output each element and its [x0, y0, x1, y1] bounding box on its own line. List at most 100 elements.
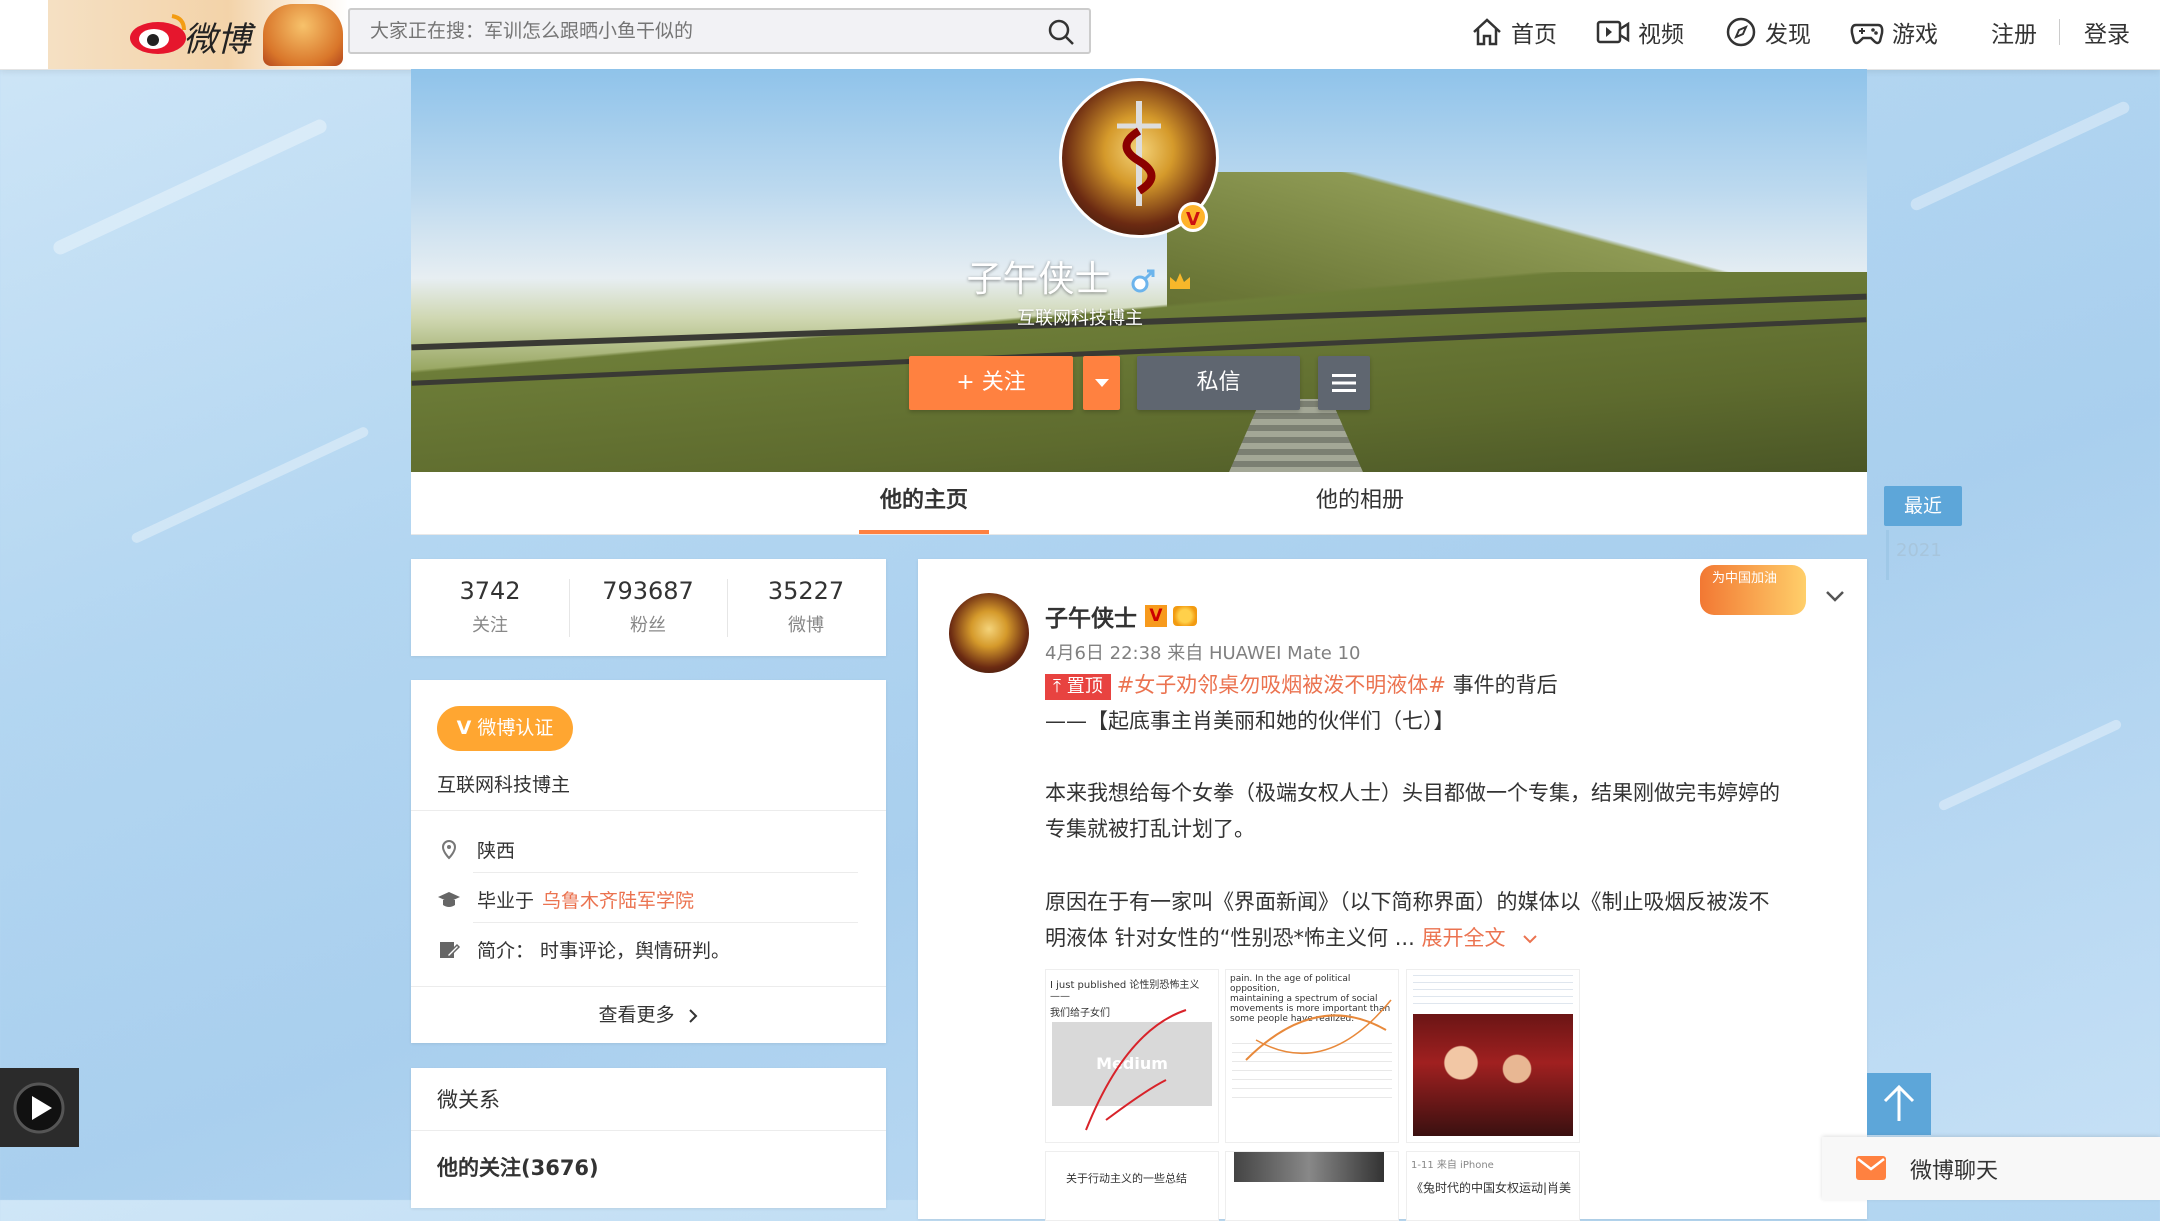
login-link[interactable]: 登录	[2084, 12, 2130, 52]
caret-down-icon	[1094, 379, 1109, 387]
nav-video[interactable]: 视频	[1596, 12, 1684, 52]
bio-text: 简介： 时事评论，舆情研判。	[477, 940, 731, 962]
logo-text: 微博	[183, 20, 251, 60]
education-school-link[interactable]: 乌鲁木齐陆军学院	[542, 886, 694, 913]
post-paragraph-text: 明液体 针对女性的“性别恐*怖主义何 ...	[1045, 926, 1415, 950]
post-title-rest: 事件的背后	[1452, 673, 1558, 697]
weibo-chat-launcher[interactable]: 微博聊天	[1822, 1137, 2160, 1200]
profile-name-row: 子午侠士	[0, 250, 2160, 302]
arrow-up-icon	[1883, 1084, 1915, 1121]
hamburger-menu-icon	[1332, 374, 1356, 392]
nav-home[interactable]: 首页	[1471, 12, 1557, 52]
nav-video-label: 视频	[1638, 22, 1684, 48]
chevron-down-icon[interactable]	[1824, 585, 1846, 607]
verified-badge-icon: V	[1178, 202, 1208, 232]
weibo-certification-badge[interactable]: V 微博认证	[437, 706, 573, 751]
education-prefix: 毕业于	[477, 890, 535, 912]
profile-tabs: 他的主页 他的相册	[411, 472, 1867, 535]
nav-games[interactable]: 游戏	[1850, 12, 1938, 52]
search-input[interactable]	[368, 10, 1022, 54]
profile-name: 子午侠士	[966, 259, 1111, 300]
background-streak	[1937, 718, 2123, 812]
stat-posts-value: 35227	[767, 577, 845, 605]
stat-posts[interactable]: 35227 微博	[727, 577, 885, 637]
post-paragraph-line: 明液体 针对女性的“性别恐*怖主义何 ... 展开全文	[1045, 920, 1538, 956]
private-message-button[interactable]: 私信	[1137, 356, 1300, 410]
cheer-china-badge: 为中国加油	[1700, 565, 1806, 615]
verified-v-icon: V	[1145, 605, 1167, 627]
pinned-label: 置顶	[1066, 676, 1103, 697]
register-link[interactable]: 注册	[1991, 12, 2037, 52]
location-row: 陕西	[437, 836, 515, 863]
pinned-post-card: 子午侠士 V 4月6日 22:38 来自 HUAWEI Mate 10 为中国加…	[918, 559, 1867, 1221]
location-text: 陕西	[477, 840, 516, 862]
see-more-label: 查看更多	[598, 1004, 675, 1026]
red-scribble	[1085, 1009, 1187, 1131]
thumb-photo	[1413, 1014, 1573, 1136]
cert-description: 互联网科技博主	[437, 774, 571, 796]
post-meta: 4月6日 22:38 来自 HUAWEI Mate 10	[1045, 643, 1361, 664]
post-paragraph-line: 专集就被打乱计划了。	[1045, 817, 1255, 841]
home-icon	[1473, 18, 1501, 46]
vip-crown-icon	[1173, 606, 1197, 626]
timeline-year-2021[interactable]: 2021	[1896, 540, 1942, 561]
stat-following-label: 关注	[472, 615, 508, 636]
post-image-thumbnail[interactable]: 关于行动主义的一些总结	[1045, 1151, 1219, 1221]
follow-button[interactable]: + 关注	[909, 356, 1073, 410]
post-image-thumbnail[interactable]	[1225, 1151, 1399, 1221]
play-icon	[13, 1082, 65, 1134]
cert-label: 微博认证	[477, 717, 554, 739]
post-author-avatar[interactable]	[949, 593, 1029, 673]
thumb-header-block	[1413, 974, 1573, 1010]
education-row: 毕业于 乌鲁木齐陆军学院	[437, 886, 694, 913]
post-author-name[interactable]: 子午侠士	[1045, 599, 1137, 633]
chevron-right-icon	[688, 1008, 697, 1023]
post-image-thumbnail[interactable]: pain. In the age of political opposition…	[1225, 969, 1399, 1143]
tab-home[interactable]: 他的主页	[859, 472, 989, 534]
chevron-down-icon	[1523, 935, 1537, 944]
weibo-eye-icon	[130, 14, 186, 54]
expand-full-text-link[interactable]: 展开全文	[1421, 926, 1505, 950]
post-subtitle: ——【起底事主肖美丽和她的伙伴们（七）】	[1045, 709, 1455, 733]
search-icon[interactable]	[1047, 18, 1075, 46]
post-author-row: 子午侠士 V	[1045, 599, 1197, 633]
background-streak	[51, 117, 329, 257]
compass-icon	[1726, 17, 1756, 47]
thumb-photo	[1234, 1152, 1384, 1182]
follow-dropdown-button[interactable]	[1083, 356, 1120, 410]
post-topic-link[interactable]: #女子劝邻桌勿吸烟被泼不明液体#	[1117, 673, 1446, 697]
back-to-top-button[interactable]	[1867, 1073, 1931, 1135]
search-box[interactable]	[348, 8, 1091, 54]
video-player-mini[interactable]	[0, 1068, 79, 1147]
post-image-thumbnail[interactable]: 1-11 来自 iPhone 《兔时代的中国女权运动|肖美	[1406, 1151, 1580, 1221]
v-mark-icon: V	[456, 717, 472, 739]
chat-label: 微博聊天	[1910, 1159, 1999, 1184]
stat-followers[interactable]: 793687 粉丝	[569, 577, 727, 637]
post-paragraph-line: 原因在于有一家叫《界面新闻》（以下简称界面）的媒体以《制止吸烟反被泼不	[1045, 890, 1770, 914]
more-menu-button[interactable]	[1318, 356, 1370, 410]
stat-following-value: 3742	[459, 577, 521, 605]
thumb-text: 1-11 来自 iPhone	[1411, 1160, 1494, 1171]
post-image-thumbnail[interactable]	[1406, 969, 1580, 1143]
stat-following[interactable]: 3742 关注	[411, 577, 569, 637]
thumb-text: 《兔时代的中国女权运动|肖美	[1411, 1181, 1572, 1195]
nav-discover-label: 发现	[1765, 22, 1811, 48]
see-more-link[interactable]: 查看更多	[411, 986, 886, 1044]
profile-description: 互联网科技博主	[1017, 308, 1143, 329]
divider	[411, 810, 886, 811]
pinned-tag: ⤒ 置顶	[1045, 674, 1111, 700]
vip-crown-icon	[1170, 273, 1191, 289]
nav-discover[interactable]: 发现	[1725, 12, 1811, 52]
bio-row: 简介： 时事评论，舆情研判。	[437, 936, 730, 963]
background-streak	[130, 425, 370, 545]
pin-arrow-icon: ⤒	[1053, 676, 1061, 697]
post-image-thumbnail[interactable]: I just published 论性别恐怖主义—— 我们给子女们 Medium	[1045, 969, 1219, 1143]
following-list-link[interactable]: 他的关注(3676)	[437, 1152, 599, 1182]
tab-album[interactable]: 他的相册	[1295, 472, 1425, 534]
stat-posts-label: 微博	[788, 615, 824, 636]
weibo-logo[interactable]: 微博	[48, 0, 348, 69]
stat-followers-label: 粉丝	[630, 615, 666, 636]
login-label: 登录	[2084, 22, 2130, 48]
background-streak	[1908, 99, 2132, 213]
timeline-recent-button[interactable]: 最近	[1884, 486, 1962, 526]
